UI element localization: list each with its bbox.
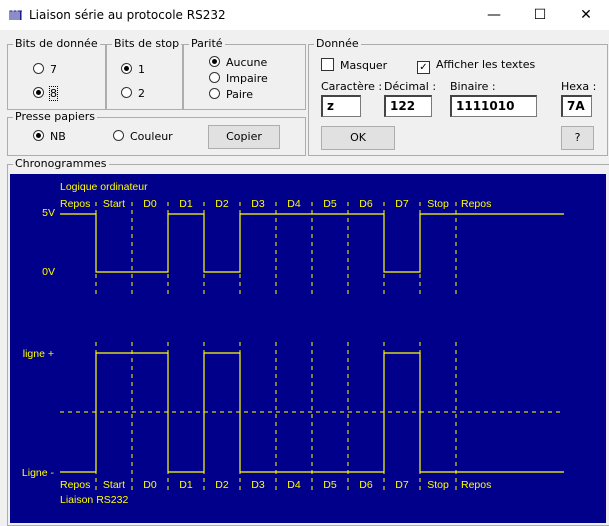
segment-label: Start [103,198,125,210]
maximize-button[interactable]: ☐ [517,0,563,30]
donnee-label: Donnée [314,37,361,50]
bits-donnee-group: Bits de donnée 7 8 [7,37,106,110]
radio-label: Paire [226,88,253,101]
parite-group: Parité Aucune Impaire Paire [183,37,306,110]
help-button[interactable]: ? [561,126,594,150]
donnee-group: Donnée Masquer ✓ Afficher les textes Cara… [308,37,608,156]
checkbox-unchecked-icon [321,58,334,71]
window-title: Liaison série au protocole RS232 [29,8,226,22]
radio-dot-icon [121,87,132,98]
segment-label: D3 [251,479,265,491]
radio-dot-icon [33,63,44,74]
radio-label: Impaire [226,72,268,85]
segment-label: D4 [287,198,301,210]
segment-label: D6 [359,198,373,210]
radio-label: 8 [49,86,58,101]
radio-dot-icon [113,130,124,141]
level-ligne-minus-label: Ligne - [22,467,55,479]
segment-label: D2 [215,198,229,210]
radio-label: 2 [138,87,145,100]
chronogrammes-panel: Logique ordinateur 5V 0V ligne + Ligne - Liai… [10,174,606,523]
afficher-textes-checkbox[interactable]: ✓ Afficher les textes [417,58,535,74]
bits-donnee-7-radio[interactable]: 7 [33,63,57,76]
presse-nb-radio[interactable]: NB [33,130,66,143]
segment-label: Repos [461,479,491,491]
bits-stop-group: Bits de stop 1 2 [106,37,183,110]
close-button[interactable]: ✕ [563,0,609,30]
radio-label: 1 [138,63,145,76]
bits-stop-2-radio[interactable]: 2 [121,87,145,100]
parite-impaire-radio[interactable]: Impaire [209,72,268,85]
level-ligne-plus-label: ligne + [23,348,54,360]
segment-label: Stop [427,198,449,210]
segment-label: Start [103,479,125,491]
checkbox-label: Afficher les textes [436,58,536,71]
level-5v-label: 5V [42,207,55,219]
segment-label: D0 [143,198,157,210]
segment-label: D2 [215,479,229,491]
parite-paire-radio[interactable]: Paire [209,88,253,101]
bits-donnee-label: Bits de donnée [13,37,100,50]
radio-dot-icon [209,72,220,83]
segment-label: D4 [287,479,301,491]
segment-label: D5 [323,198,337,210]
title-bar: Liaison série au protocole RS232 — ☐ ✕ [0,0,609,30]
presse-papiers-label: Presse papiers [13,110,97,123]
minimize-button[interactable]: — [471,0,517,30]
caractere-field[interactable]: z [321,95,361,117]
presse-papiers-group: Presse papiers NB Couleur Copier [7,110,306,156]
segment-label: D5 [323,479,337,491]
parite-aucune-radio[interactable]: Aucune [209,56,267,69]
ok-button[interactable]: OK [321,126,395,150]
segment-label: Repos [60,198,90,210]
segment-label: D1 [179,479,193,491]
radio-label: Aucune [226,56,268,69]
segment-label: Repos [461,198,491,210]
binaire-field[interactable]: 1111010 [450,95,537,117]
segment-label: Repos [60,479,90,491]
presse-couleur-radio[interactable]: Couleur [113,130,173,143]
decimal-label: Décimal : [384,80,437,93]
segment-label: D3 [251,198,265,210]
decimal-field[interactable]: 122 [384,95,432,117]
segment-label: D7 [395,198,409,210]
checkbox-checked-icon: ✓ [417,61,430,74]
caractere-label: Caractère : [321,80,383,93]
radio-dot-checked-icon [121,63,132,74]
timing-diagram: Logique ordinateur 5V 0V ligne + Ligne - Liai… [22,181,564,506]
radio-label: NB [50,130,66,143]
segment-label: D0 [143,479,157,491]
parite-label: Parité [189,37,225,50]
binaire-label: Binaire : [450,80,496,93]
rs232-title: Liaison RS232 [60,494,128,506]
radio-dot-icon [209,88,220,99]
checkbox-label: Masquer [340,59,388,72]
bits-stop-1-radio[interactable]: 1 [121,63,145,76]
masquer-checkbox[interactable]: Masquer [321,58,387,72]
radio-dot-checked-icon [33,87,44,98]
radio-label: 7 [50,63,57,76]
copier-button[interactable]: Copier [208,125,280,149]
bits-donnee-8-radio[interactable]: 8 [33,86,58,101]
chronogrammes-label: Chronogrammes [13,157,109,170]
hexa-label: Hexa : [561,80,597,93]
segment-label: D7 [395,479,409,491]
radio-dot-checked-icon [33,130,44,141]
logic-title: Logique ordinateur [60,181,148,193]
level-0v-label: 0V [42,266,55,278]
segment-label: D1 [179,198,193,210]
radio-dot-checked-icon [209,56,220,67]
hexa-field[interactable]: 7A [561,95,592,117]
segment-label: Stop [427,479,449,491]
radio-label: Couleur [130,130,173,143]
app-icon [9,10,22,20]
segment-label: D6 [359,479,373,491]
bits-stop-label: Bits de stop [112,37,182,50]
